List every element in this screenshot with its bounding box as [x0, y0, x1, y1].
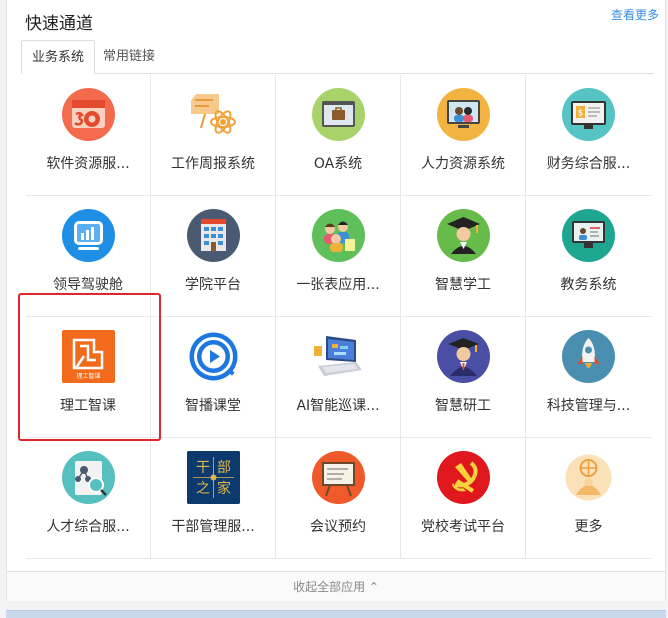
app-tile-finance[interactable]: $ 财务综合服...	[526, 75, 651, 195]
finance-icon: $	[562, 88, 615, 141]
graduate-icon	[437, 209, 490, 262]
app-row: 领导驾驶舱 学院平台 一张表应用... 智慧学工 教务系统	[26, 196, 651, 317]
tab-common-links[interactable]: 常用链接	[93, 40, 165, 74]
cadre-logo-char: 干	[196, 460, 210, 476]
cadre-icon: 干部之家	[187, 451, 240, 504]
app-label: 智慧研工	[435, 398, 491, 414]
software-icon	[62, 88, 115, 141]
app-tile-talent[interactable]: 人才综合服...	[26, 438, 151, 558]
app-label: 软件资源服...	[46, 156, 130, 172]
app-label: 工作周报系统	[171, 156, 255, 172]
app-tile-software[interactable]: 软件资源服...	[26, 75, 151, 195]
more-basketball-icon	[562, 451, 615, 504]
app-tile-more[interactable]: 更多	[526, 438, 651, 558]
app-tile-college-platform[interactable]: 学院平台	[151, 196, 276, 316]
app-row: 人才综合服... 干部之家 干部管理服... 会议预约 党校考试平台 更多	[26, 438, 651, 559]
play-icon	[187, 330, 240, 383]
app-tile-hr[interactable]: 人力资源系统	[401, 75, 526, 195]
tab-business-systems[interactable]: 业务系统	[21, 40, 96, 74]
tab-bar: 业务系统 常用链接	[21, 40, 653, 74]
cadre-logo-char: 部	[217, 460, 231, 476]
researcher-icon	[437, 330, 490, 383]
app-tile-one-table[interactable]: 一张表应用...	[276, 196, 401, 316]
talent-icon	[62, 451, 115, 504]
app-tile-smart-course[interactable]: 理工智课 理工智课	[26, 317, 151, 437]
app-label: 财务综合服...	[546, 156, 631, 172]
app-tile-leader-cockpit[interactable]: 领导驾驶舱	[26, 196, 151, 316]
app-row: 理工智课 理工智课 智播课堂 AI智能巡课... 智慧研工 科技管理与...	[26, 317, 651, 438]
next-panel-edge	[6, 610, 666, 618]
app-label: 科技管理与...	[546, 398, 631, 414]
app-row: 软件资源服... 工作周报系统 OA系统 人力资源系统 $ 财务综合服...	[26, 75, 651, 196]
app-tile-smart-student[interactable]: 智慧学工	[401, 196, 526, 316]
smart-course-icon: 理工智课	[62, 330, 115, 383]
app-label: 干部管理服...	[171, 519, 255, 535]
app-label: 理工智课	[60, 398, 116, 414]
smart-course-logo-text: 理工智课	[76, 372, 100, 380]
panel-title: 快速通道	[25, 14, 93, 34]
party-emblem-icon	[437, 451, 490, 504]
app-tile-smart-graduate[interactable]: 智慧研工	[401, 317, 526, 437]
weekly-report-icon	[187, 88, 240, 141]
cadre-logo-char: 家	[217, 480, 231, 497]
hr-people-icon	[437, 88, 490, 141]
cadre-logo-char: 之	[196, 481, 210, 497]
app-tile-cadre-management[interactable]: 干部之家 干部管理服...	[151, 438, 276, 558]
app-label: 领导驾驶舱	[53, 277, 123, 293]
people-table-icon	[312, 209, 365, 262]
meeting-board-icon	[312, 451, 365, 504]
app-tile-tech-management[interactable]: 科技管理与...	[526, 317, 651, 437]
app-tile-ai-inspection[interactable]: AI智能巡课...	[276, 317, 401, 437]
panel-header: 快速通道 查看更多	[7, 0, 665, 40]
svg-text:$: $	[578, 109, 584, 119]
app-tile-live-class[interactable]: 智播课堂	[151, 317, 276, 437]
app-label: 学院平台	[185, 277, 241, 293]
quick-access-panel: 快速通道 查看更多 业务系统 常用链接 软件资源服... 工作周报系统 OA系统…	[6, 0, 666, 601]
app-label: 智慧学工	[435, 277, 491, 293]
app-label: 人才综合服...	[46, 519, 130, 535]
app-tile-weekly-report[interactable]: 工作周报系统	[151, 75, 276, 195]
app-label: 教务系统	[560, 277, 617, 293]
laptop-ai-icon	[312, 330, 365, 383]
app-label: 一张表应用...	[296, 277, 380, 293]
building-icon	[187, 209, 240, 262]
collapse-all-apps-button[interactable]: 收起全部应用 ⌃	[7, 571, 665, 601]
oa-briefcase-icon	[312, 88, 365, 141]
classroom-icon	[562, 209, 615, 262]
app-label: 人力资源系统	[421, 156, 505, 172]
app-label: 更多	[574, 519, 603, 535]
app-tile-oa[interactable]: OA系统	[276, 75, 401, 195]
view-more-link[interactable]: 查看更多	[611, 6, 659, 23]
app-label: OA系统	[313, 156, 363, 172]
app-tile-meeting[interactable]: 会议预约	[276, 438, 401, 558]
app-grid: 软件资源服... 工作周报系统 OA系统 人力资源系统 $ 财务综合服... 领…	[26, 75, 651, 559]
app-label: 会议预约	[310, 519, 366, 535]
app-label: AI智能巡课...	[296, 398, 380, 414]
dashboard-icon	[62, 209, 115, 262]
rocket-icon	[562, 330, 615, 383]
app-label: 智播课堂	[185, 398, 241, 414]
app-label: 党校考试平台	[421, 519, 505, 535]
app-tile-academic[interactable]: 教务系统	[526, 196, 651, 316]
app-tile-party-exam[interactable]: 党校考试平台	[401, 438, 526, 558]
